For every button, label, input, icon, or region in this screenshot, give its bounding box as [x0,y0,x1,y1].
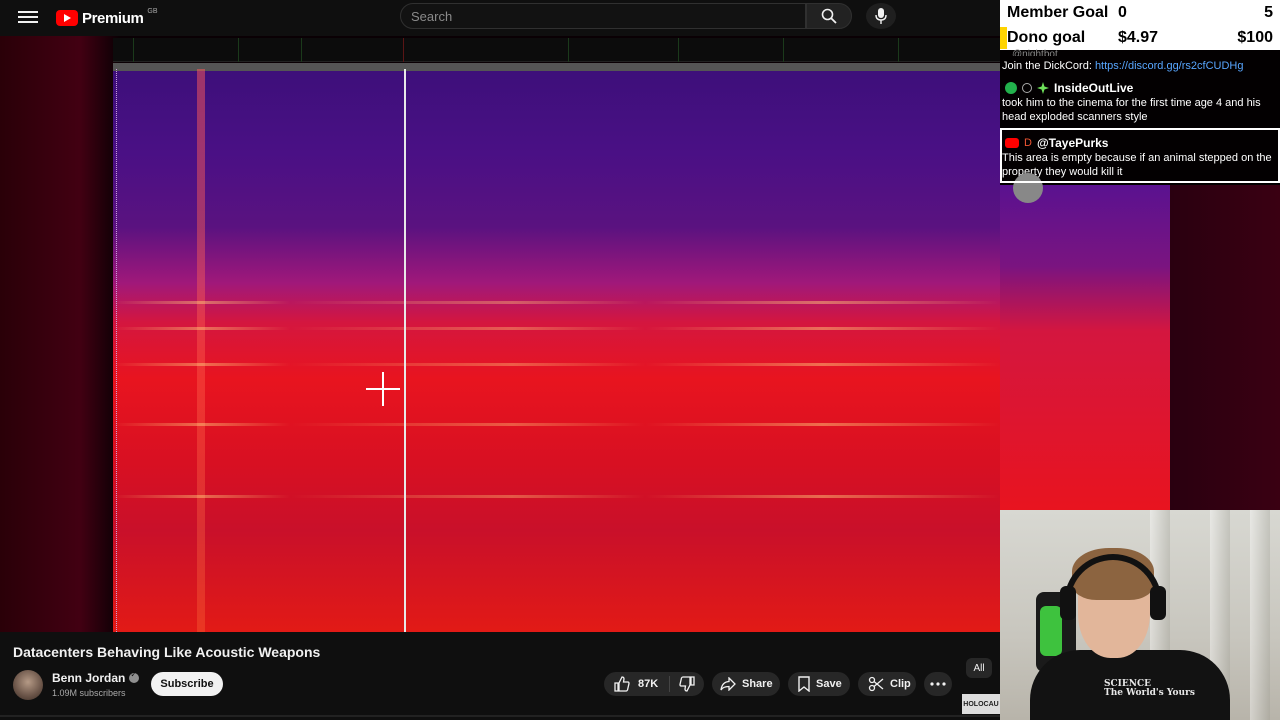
goal-label: Dono goal [1007,29,1086,46]
spectrogram-playhead [404,69,406,632]
hamburger-menu-icon[interactable] [18,8,38,26]
like-button[interactable]: 87K [604,676,670,692]
clip-label: Clip [890,678,911,690]
spectrogram-header [113,63,1000,71]
youtube-play-icon [56,10,78,26]
member-goal-row: Member Goal 0 5 [1000,1,1280,25]
recommended-thumbnail[interactable]: HOLOCAU [962,694,1000,714]
dislike-button[interactable] [670,676,704,692]
page-divider [0,715,1000,717]
video-title: Datacenters Behaving Like Acoustic Weapo… [13,644,321,660]
user-badge-icon [1022,83,1032,93]
save-button[interactable]: Save [788,672,850,696]
chat-text: took him to the cinema for the first tim… [1002,97,1261,123]
youtube-premium-logo[interactable]: Premium GB [56,8,158,28]
spectrogram-timeline [113,38,1000,62]
chat-link-prefix: Join the DickCord: [1002,60,1095,72]
webcam-feed: SCIENCE The World's Yours [1000,510,1280,720]
bookmark-icon [798,676,810,692]
chat-overlay: @nightbot Join the DickCord: https://dis… [1000,49,1280,203]
crosshair-cursor-icon [366,372,400,406]
subscribe-button[interactable]: Subscribe [151,672,223,696]
clip-button[interactable]: Clip [858,672,916,696]
like-dislike-group: 87K [604,672,704,696]
star-badge-icon [1037,82,1049,94]
curtain [1250,510,1270,720]
subscriber-count: 1.09M subscribers [52,688,126,698]
logo-region: GB [147,7,158,15]
thumbs-down-icon [679,676,695,692]
chat-link-message: Join the DickCord: https://discord.gg/rs… [1000,59,1280,73]
spectrogram-continuation [1000,185,1170,510]
share-button[interactable]: Share [712,672,780,696]
spectrogram-band [113,301,1000,304]
channel-avatar[interactable] [13,670,43,700]
search-button[interactable] [806,3,852,29]
goal-current: $4.97 [1118,29,1159,46]
filter-chip-all[interactable]: All [966,658,992,678]
search-box[interactable] [400,3,806,29]
channel-name[interactable]: Benn Jordan [52,671,125,685]
headphone-ear [1150,586,1166,620]
share-icon [720,677,736,691]
spectrogram-band [113,327,1000,330]
logo-text: Premium [82,9,144,27]
channel-name-row[interactable]: Benn Jordan [52,670,140,685]
more-horizontal-icon [930,682,946,686]
dono-goal-progress [1000,27,1007,49]
platform-badge-icon [1005,82,1017,94]
chat-user-row: InsideOutLive [1002,80,1278,96]
shirt-print: SCIENCE The World's Yours [1104,679,1195,698]
scissors-icon [868,676,884,692]
spectrogram [113,63,1000,632]
discord-link[interactable]: https://discord.gg/rs2cfCUDHg [1095,60,1244,72]
more-actions-button[interactable] [924,672,952,696]
video-details: Datacenters Behaving Like Acoustic Weapo… [0,632,1000,720]
spectrogram-band [113,363,1000,366]
share-label: Share [742,678,773,690]
top-bar: Premium GB [0,0,1000,36]
goal-label: Member Goal [1007,4,1109,21]
microphone-icon [875,8,887,24]
video-player[interactable] [0,36,1000,632]
spectrogram-band [113,495,1000,498]
goal-target: 5 [1264,4,1273,21]
gaming-chair-accent [1040,606,1062,656]
highlighted-message-frame [1000,128,1280,183]
chat-previous-fragment: @nightbot [1012,49,1058,56]
spectrogram-band [113,423,1000,426]
verified-icon [129,670,140,683]
search-input[interactable] [401,4,805,28]
voice-search-button[interactable] [866,3,896,29]
like-count: 87K [638,678,659,690]
spectrogram-streak [197,69,205,632]
dono-goal-row: Dono goal $4.97 $100 [1000,26,1280,50]
thumbs-up-icon [614,676,630,692]
headphone-ear [1060,586,1076,620]
chat-message: InsideOutLive took him to the cinema for… [1000,80,1280,124]
spectrogram-edge [116,69,117,632]
search-icon [821,8,837,24]
goal-target: $100 [1237,29,1273,46]
goal-current: 0 [1118,4,1127,21]
save-label: Save [816,678,842,690]
spectrogram-dark-edge [1170,185,1280,510]
stream-goals: Member Goal 0 5 Dono goal $4.97 $100 [1000,0,1280,50]
chat-username: InsideOutLive [1054,81,1134,95]
